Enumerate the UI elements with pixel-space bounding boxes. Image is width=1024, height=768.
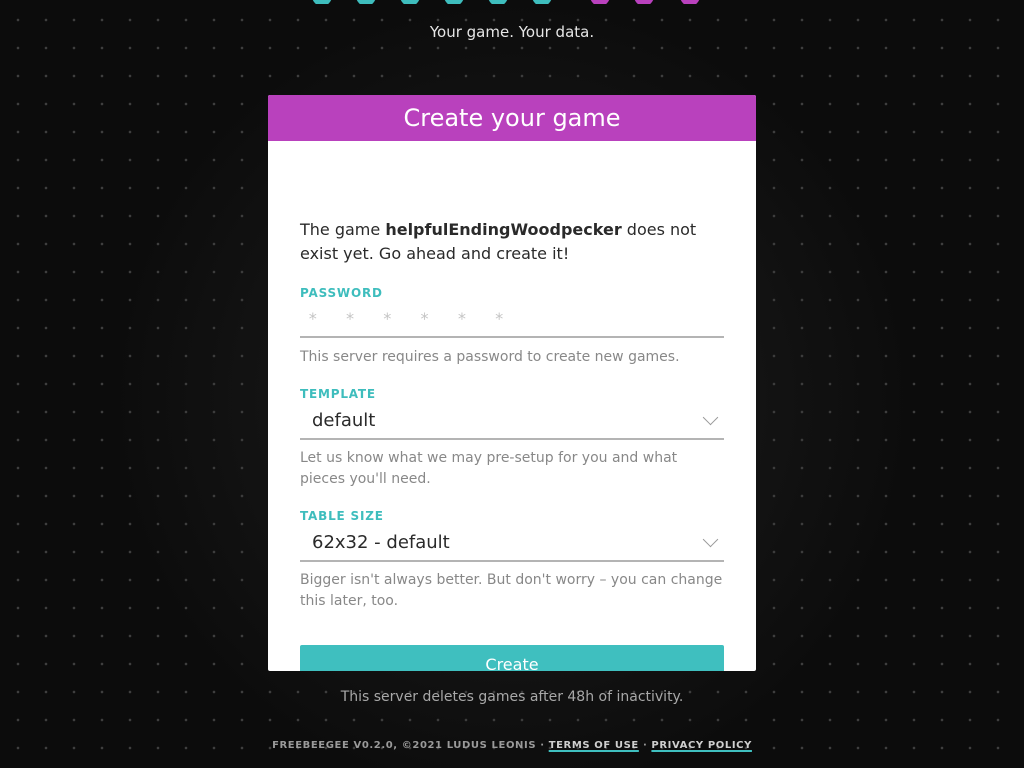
template-label: TEMPLATE xyxy=(300,387,376,401)
inactivity-note: This server deletes games after 48h of i… xyxy=(340,689,684,705)
password-hint: This server requires a password to creat… xyxy=(300,349,680,365)
logo-dot xyxy=(444,0,464,4)
table-size-hint: Bigger isn't always better. But don't wo… xyxy=(300,572,723,609)
intro-text: The game helpfulEndingWoodpecker does no… xyxy=(300,218,730,266)
template-hint: Let us know what we may pre-setup for yo… xyxy=(300,450,678,487)
template-select[interactable]: default xyxy=(312,410,375,431)
legal-footer: FREEBEEGEE V0.2.0, ©2021 LUDUS LEONIS · … xyxy=(0,740,1024,751)
footer-separator: · xyxy=(638,740,652,751)
table-size-underline xyxy=(300,560,724,562)
template-underline xyxy=(300,438,724,440)
password-label: PASSWORD xyxy=(300,286,383,300)
logo-dot xyxy=(680,0,700,4)
logo-dot xyxy=(634,0,654,4)
chevron-down-icon[interactable] xyxy=(702,409,719,426)
card-title: Create your game xyxy=(268,95,756,141)
table-size-select[interactable]: 62x32 - default xyxy=(312,532,450,553)
chevron-down-icon[interactable] xyxy=(702,531,719,548)
logo-dot xyxy=(488,0,508,4)
privacy-policy-link[interactable]: PRIVACY POLICY xyxy=(651,740,752,751)
tagline: Your game. Your data. xyxy=(429,23,595,41)
password-input[interactable]: * * * * * * xyxy=(308,309,513,328)
logo-dot xyxy=(400,0,420,4)
logo-dot xyxy=(532,0,552,4)
table-size-label: TABLE SIZE xyxy=(300,509,384,523)
game-name: helpfulEndingWoodpecker xyxy=(385,220,622,239)
logo-dot xyxy=(356,0,376,4)
password-underline xyxy=(300,336,724,338)
create-game-card: Create your game The game helpfulEndingW… xyxy=(268,95,756,671)
create-button[interactable]: Create xyxy=(300,645,724,671)
logo-dot xyxy=(590,0,610,4)
version-copyright: FREEBEEGEE V0.2.0, ©2021 LUDUS LEONIS · xyxy=(272,740,549,751)
logo-dot xyxy=(312,0,332,4)
intro-prefix: The game xyxy=(300,220,386,239)
app-logo xyxy=(0,0,1024,4)
terms-of-use-link[interactable]: TERMS OF USE xyxy=(549,740,639,751)
